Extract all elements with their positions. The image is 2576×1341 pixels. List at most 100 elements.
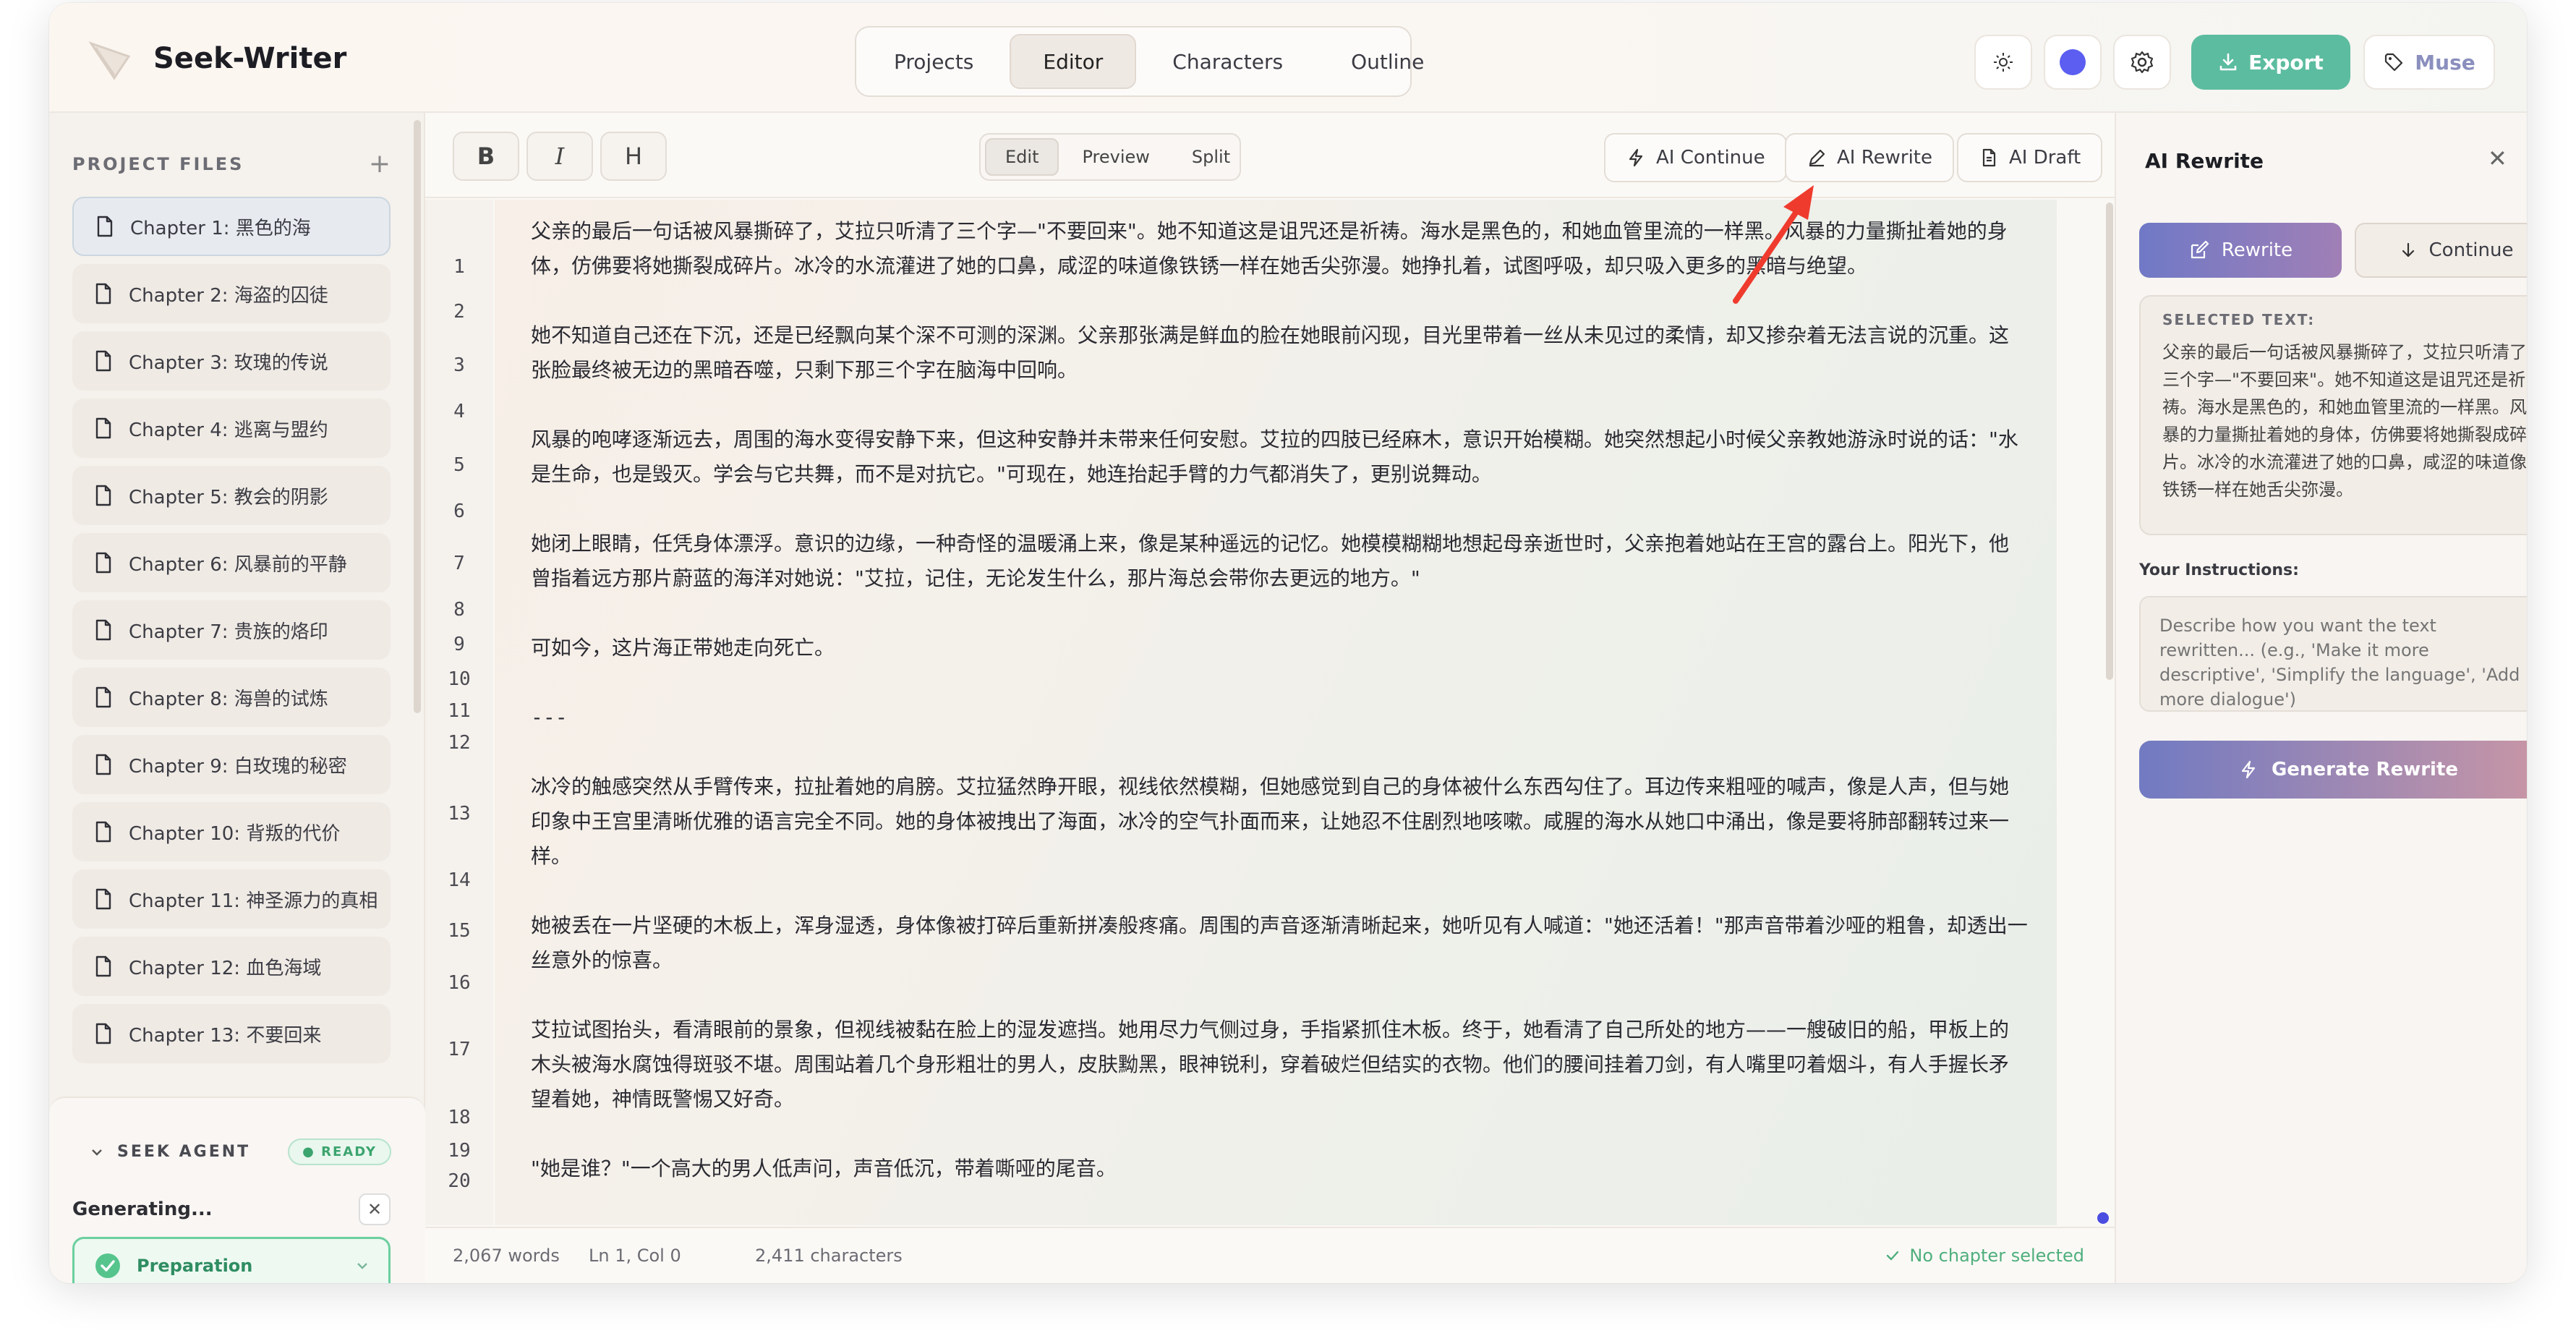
sidebar-scrollbar[interactable]	[414, 120, 421, 713]
line-number: 7	[453, 553, 465, 574]
add-chapter-icon[interactable]: +	[369, 149, 391, 179]
editor-text-area[interactable]: 父亲的最后一句话被风暴撕碎了，艾拉只听清了三个字—"不要回来"。她不知道这是诅咒…	[495, 200, 2057, 1225]
ai-rewrite-button[interactable]: AI Rewrite	[1785, 133, 1954, 182]
line-number: 13	[448, 803, 471, 825]
editor-paragraph[interactable]: 她闭上眼睛，任凭身体漂浮。意识的边缘，一种奇怪的温暖涌上来，像是某种遥远的记忆。…	[531, 527, 2028, 596]
close-icon[interactable]: ✕	[359, 1193, 391, 1225]
chapter-item[interactable]: Chapter 1: 黑色的海	[72, 197, 391, 256]
chapter-item[interactable]: Chapter 8: 海兽的试炼	[72, 668, 391, 727]
mode-split[interactable]: Split	[1173, 138, 1249, 176]
mode-preview[interactable]: Preview	[1063, 138, 1168, 176]
feather-logo-icon	[88, 41, 131, 80]
line-number: 6	[453, 501, 465, 522]
cursor-indicator	[2097, 1212, 2109, 1224]
preparation-step[interactable]: Preparation	[72, 1237, 391, 1283]
muse-button[interactable]: Muse	[2363, 35, 2495, 90]
chapter-item[interactable]: Chapter 2: 海盗的囚徒	[72, 264, 391, 323]
line-number: 19	[448, 1140, 471, 1162]
view-mode-switch: Edit Preview Split	[979, 133, 1241, 181]
check-circle-icon	[95, 1253, 120, 1278]
chapter-list: Chapter 1: 黑色的海 Chapter 2: 海盗的囚徒 Chapter 3…	[72, 197, 391, 1071]
editor-status-bar: 2,067 words Ln 1, Col 0 2,411 characters…	[425, 1227, 2115, 1283]
editor-paragraph[interactable]: "她是谁？"一个高大的男人低声问，声音低沉，带着嘶哑的尾音。	[531, 1151, 2028, 1186]
line-number: 9	[453, 634, 465, 655]
editor-scrollbar[interactable]	[2106, 203, 2113, 680]
project-sidebar: PROJECT FILES + Chapter 1: 黑色的海 Chapter 2…	[49, 113, 425, 1283]
generate-rewrite-button[interactable]: Generate Rewrite	[2139, 741, 2527, 799]
lightning-icon	[1629, 148, 1643, 167]
line-number: 10	[448, 668, 471, 690]
file-icon	[95, 619, 111, 641]
heading-button[interactable]: H	[600, 132, 667, 181]
line-number: 15	[448, 920, 471, 942]
chapter-label: Chapter 3: 玫瑰的传说	[129, 352, 328, 374]
rewrite-tab-button[interactable]: Rewrite	[2139, 223, 2342, 278]
tab-editor[interactable]: Editor	[1010, 34, 1137, 89]
tab-outline[interactable]: Outline	[1319, 34, 1456, 89]
check-icon	[1887, 1251, 1899, 1261]
agent-status-badge: ● READY	[288, 1138, 391, 1165]
chapter-item[interactable]: Chapter 11: 神圣源力的真相	[72, 869, 391, 929]
seek-agent-panel: SEEK AGENT ● READY Generating... ✕ Prepa…	[49, 1097, 425, 1283]
chevron-down-icon	[92, 1149, 102, 1156]
preparation-label: Preparation	[137, 1256, 253, 1276]
line-number: 12	[448, 732, 471, 754]
ai-draft-button[interactable]: AI Draft	[1957, 133, 2103, 182]
rewrite-tab-label: Rewrite	[2221, 239, 2293, 261]
continue-tab-button[interactable]: Continue	[2355, 223, 2527, 278]
editor-panel: B I H Edit Preview Split AI Continue AI …	[425, 113, 2115, 1283]
selected-text-label: SELECTED TEXT:	[2162, 311, 2316, 328]
mode-edit[interactable]: Edit	[985, 138, 1059, 176]
file-icon	[95, 686, 111, 708]
arrow-down-icon	[2402, 242, 2414, 257]
tab-projects[interactable]: Projects	[862, 34, 1005, 89]
editor-paragraph[interactable]: 她不知道自己还在下沉，还是已经飘向某个深不可测的深渊。父亲那张满是鲜血的脸在她眼…	[531, 318, 2028, 388]
tab-characters[interactable]: Characters	[1140, 34, 1315, 89]
close-panel-icon[interactable]: ✕	[2488, 145, 2507, 172]
file-icon	[97, 216, 113, 237]
chapter-item[interactable]: Chapter 13: 不要回来	[72, 1004, 391, 1063]
chapter-label: Chapter 13: 不要回来	[129, 1024, 322, 1047]
file-icon	[95, 485, 111, 506]
chapter-item[interactable]: Chapter 5: 教会的阴影	[72, 466, 391, 525]
export-button[interactable]: Export	[2191, 35, 2350, 90]
theme-color-button[interactable]	[2044, 35, 2102, 90]
chapter-label: Chapter 7: 贵族的烙印	[129, 621, 328, 643]
chapter-item[interactable]: Chapter 7: 贵族的烙印	[72, 600, 391, 660]
chevron-down-icon	[357, 1263, 367, 1269]
chapter-label: Chapter 1: 黑色的海	[130, 217, 311, 239]
chapter-label: Chapter 8: 海兽的试炼	[129, 688, 328, 710]
theme-color-dot	[2060, 49, 2086, 75]
muse-label: Muse	[2415, 50, 2475, 74]
italic-button[interactable]: I	[526, 132, 593, 181]
ai-continue-button[interactable]: AI Continue	[1604, 133, 1787, 182]
file-icon	[95, 350, 111, 372]
chapter-item[interactable]: Chapter 10: 背叛的代价	[72, 802, 391, 861]
editor-paragraph[interactable]: 父亲的最后一句话被风暴撕碎了，艾拉只听清了三个字—"不要回来"。她不知道这是诅咒…	[531, 214, 2028, 284]
seek-agent-title: SEEK AGENT	[117, 1143, 251, 1161]
editor-paragraph[interactable]: ---	[531, 700, 2028, 735]
bold-button[interactable]: B	[453, 132, 519, 181]
ai-rewrite-label: AI Rewrite	[1837, 147, 1932, 169]
selected-text-box: SELECTED TEXT: 父亲的最后一句话被风暴撕碎了，艾拉只听清了三个字—…	[2139, 295, 2527, 535]
editor-paragraph[interactable]: 可如今，这片海正带她走向死亡。	[531, 631, 2028, 665]
cursor-position: Ln 1, Col 0	[589, 1246, 681, 1266]
settings-icon	[2131, 51, 2154, 74]
theme-toggle-button[interactable]	[1974, 35, 2032, 90]
instructions-input[interactable]	[2139, 596, 2527, 712]
editor-paragraph[interactable]: 冰冷的触感突然从手臂传来，拉扯着她的肩膀。艾拉猛然睁开眼，视线依然模糊，但她感觉…	[531, 770, 2028, 874]
chapter-item[interactable]: Chapter 12: 血色海域	[72, 937, 391, 996]
chapter-item[interactable]: Chapter 3: 玫瑰的传说	[72, 331, 391, 391]
editor-paragraph[interactable]: 她被丢在一片坚硬的木板上，浑身湿透，身体像被打碎后重新拼凑般疼痛。周围的声音逐渐…	[531, 908, 2028, 978]
editor-paragraph[interactable]: 艾拉试图抬头，看清眼前的景象，但视线被黏在脸上的湿发遮挡。她用尽力气侧过身，手指…	[531, 1013, 2028, 1117]
document-icon	[1982, 148, 1996, 167]
generating-row: Generating... ✕	[72, 1193, 391, 1225]
chapter-item[interactable]: Chapter 9: 白玫瑰的秘密	[72, 735, 391, 794]
editor-paragraph[interactable]: 风暴的咆哮逐渐远去，周围的海水变得安静下来，但这种安静并未带来任何安慰。艾拉的四…	[531, 422, 2028, 492]
selected-text-content: 父亲的最后一句话被风暴撕碎了，艾拉只听清了三个字—"不要回来"。她不知道这是诅咒…	[2162, 342, 2527, 500]
seek-agent-header[interactable]: SEEK AGENT ● READY	[90, 1138, 391, 1165]
chapter-item[interactable]: Chapter 4: 逃离与盟约	[72, 399, 391, 458]
chapter-item[interactable]: Chapter 6: 风暴前的平静	[72, 533, 391, 592]
download-icon	[2219, 53, 2237, 71]
settings-button[interactable]	[2113, 35, 2171, 90]
